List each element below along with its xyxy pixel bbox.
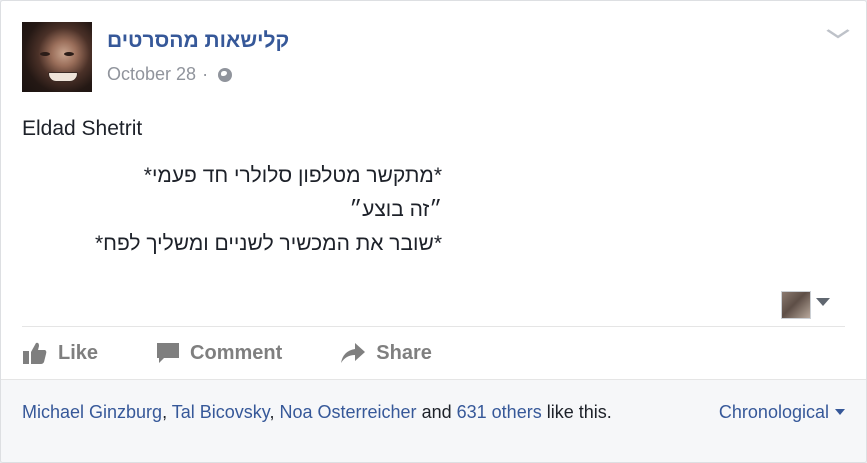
liker-link[interactable]: Noa Osterreicher — [280, 402, 417, 422]
meta-separator: · — [202, 64, 209, 84]
actor-selector-caret-icon[interactable] — [816, 298, 830, 306]
avatar-mouth — [48, 72, 78, 82]
likers-sentence: Michael Ginzburg, Tal Bicovsky, Noa Oste… — [22, 398, 682, 426]
avatar-eye-right — [64, 52, 74, 56]
liker-comma: , — [269, 402, 275, 422]
others-link[interactable]: 631 others — [457, 402, 542, 422]
thumbs-up-icon — [23, 342, 47, 364]
likers-and: and — [421, 402, 452, 422]
action-bar: Like Comment Share — [22, 327, 490, 379]
actor-selector-avatar[interactable] — [781, 291, 811, 319]
liker-link[interactable]: Michael Ginzburg — [22, 402, 162, 422]
share-arrow-icon — [341, 343, 366, 363]
post-meta: October 28 · — [107, 64, 233, 85]
chevron-down-icon[interactable] — [826, 23, 850, 44]
post-line: *שובר את המכשיר לשניים ומשליך לפח* — [95, 232, 442, 255]
share-label: Share — [376, 341, 432, 364]
caret-down-icon — [835, 409, 845, 415]
post-line: ״זה בוצע״ — [349, 198, 442, 221]
sort-dropdown[interactable]: Chronological — [719, 398, 845, 426]
globe-icon[interactable] — [218, 67, 233, 82]
like-label: Like — [58, 341, 99, 364]
post-text: *מתקשר מטלפון סלולרי חד פעמי* ״זה בוצע״ … — [22, 159, 442, 261]
post-date[interactable]: October 28 — [107, 64, 196, 85]
comment-label: Comment — [190, 341, 283, 364]
post-card: קלישאות מהסרטים October 28 · Eldad Shetr… — [0, 0, 867, 463]
page-avatar[interactable] — [22, 22, 92, 92]
share-button[interactable]: Share — [340, 342, 432, 365]
likers-suffix: like this. — [546, 402, 612, 422]
post-author: Eldad Shetrit — [22, 117, 143, 140]
post-line: *מתקשר מטלפון סלולרי חד פעמי* — [143, 164, 442, 187]
reactions-footer: Michael Ginzburg, Tal Bicovsky, Noa Oste… — [1, 379, 866, 462]
sort-label: Chronological — [718, 402, 829, 422]
avatar-eye-left — [40, 52, 50, 56]
comment-icon — [157, 343, 180, 363]
page-name-link[interactable]: קלישאות מהסרטים — [107, 29, 289, 53]
liker-comma: , — [162, 402, 168, 422]
liker-link[interactable]: Tal Bicovsky — [172, 402, 270, 422]
like-button[interactable]: Like — [22, 341, 98, 365]
comment-button[interactable]: Comment — [156, 342, 282, 365]
